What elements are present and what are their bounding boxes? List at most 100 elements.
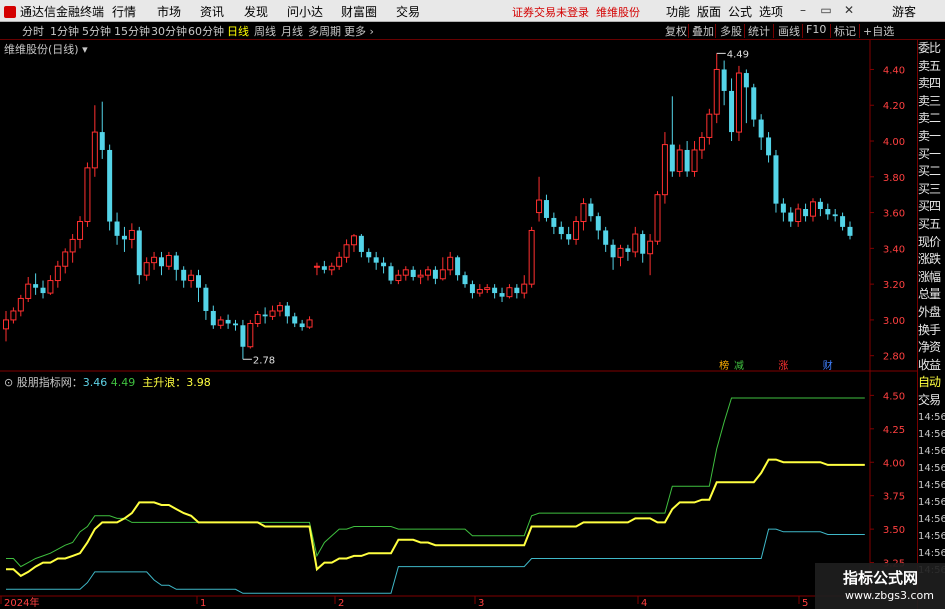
candle-body [181,269,187,281]
candle-body [514,287,520,294]
candle-body [292,316,298,324]
quote-field-label: 卖三 [918,93,941,108]
trade-time: 14:56 [918,480,945,492]
candle-body [381,262,387,267]
candle-body [425,269,431,276]
indicator-tick-label: 4.25 [883,425,905,436]
quote-field-label: 买一 [918,146,941,161]
trade-time: 14:56 [918,548,945,560]
chart-canvas[interactable]: 4.40 4.20 4.00 3.80 3.60 3.40 3.20 3.00 2.80 4.50… [0,0,917,609]
auto-toggle[interactable]: 自动 [918,374,945,392]
trade-details-label: 交易 [918,392,941,407]
candle-body [617,247,624,258]
watermark: 指标公式网 www.zbgs3.com [815,563,945,609]
trade-time: 14:56 [918,497,945,509]
candle-body [640,234,646,254]
indicator-line [6,528,865,594]
candle-body [573,221,580,240]
candle-body [455,257,461,276]
candle-body [91,131,98,169]
candle-body [343,244,350,258]
event-label: 榜 [719,359,729,372]
candle-body [366,251,372,258]
quote-field-label: 涨跌 [918,252,941,267]
candle-body [691,149,698,172]
candle-body [128,229,135,240]
price-tick-label: 3.60 [883,209,905,220]
quote-field-label: 卖四 [918,76,941,91]
candle-body [766,137,772,156]
candle-body [350,235,357,246]
candle-body [735,72,742,133]
time-tick-label: 4 [641,598,647,609]
candle-body [528,229,535,285]
candle-body [313,265,320,268]
indicator-tick-label: 3.50 [883,525,905,536]
time-tick-label: 1 [200,598,206,609]
candle-body [825,209,831,215]
candle-body [402,269,409,276]
candle-body [654,194,661,242]
candle-body [233,323,239,326]
candle-body [158,257,164,267]
candle-body [603,230,609,245]
candle-body [551,217,557,227]
trade-time: 14:56 [918,446,945,458]
quote-field-label: 卖二 [918,111,941,126]
candle-body [492,287,498,294]
candle-body [661,144,668,196]
price-tick-label: 4.40 [883,65,905,76]
candle-body [499,293,505,297]
candle-body [3,319,9,330]
price-tick-label: 3.00 [883,316,905,327]
time-tick-label: 3 [478,598,484,609]
candle-body [269,310,276,317]
candle-body [721,69,727,91]
candle-body [143,262,150,276]
candle-body [417,274,424,278]
candle-body [328,265,335,271]
price-tick-label: 4.00 [883,137,905,148]
trade-time: 14:56 [918,412,945,424]
quote-field-label: 卖一 [918,128,941,143]
right-panel: 委比 卖五 卖四 卖三 卖二 卖一 买一 买二 买三 买四 买五 现价 涨跌 涨幅 总量 外盘 换手 净资 收益 自动… [917,40,945,609]
price-tick-label: 3.20 [883,280,905,291]
candle-body [773,155,779,204]
candle-body [195,275,201,288]
high-price-label: 4.49 [727,49,749,60]
quote-field-label: 买二 [918,164,941,179]
candle-body [610,244,616,258]
candle-body [40,287,46,294]
candle-body [217,319,224,326]
candle-body [306,319,313,328]
candle-body [469,284,475,294]
candle-body [566,234,572,240]
candle-body [69,238,76,253]
candle-body [521,283,528,294]
candle-body [743,73,749,88]
candle-body [847,226,853,236]
candle-body [336,256,343,267]
candle-body [121,235,127,240]
candle-body [439,269,446,280]
candle-body [803,209,809,217]
candle-body [795,208,802,223]
quote-field-label: 总量 [918,287,941,302]
candle-body [817,201,823,209]
candle-body [558,226,564,235]
candle-body [729,90,735,133]
indicator-tick-label: 4.00 [883,458,905,469]
candle-body [536,199,543,214]
trade-time: 14:56 [918,514,945,526]
candle-body [388,266,394,281]
candle-body [788,212,794,222]
time-tick-label: 5 [802,598,808,609]
event-label: 减 [734,360,744,372]
candle-body [151,256,158,264]
candle-body [17,297,24,312]
candle-body [188,274,195,282]
watermark-url: www.zbgs3.com [845,589,934,602]
candle-body [262,314,268,317]
event-label: 涨 [778,360,788,372]
candle-body [484,287,491,291]
